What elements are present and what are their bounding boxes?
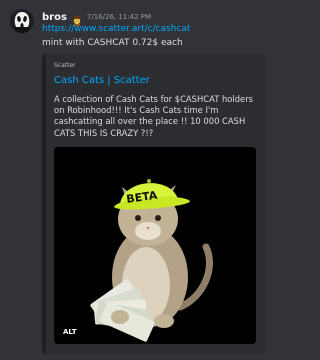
ghostface-avatar-icon xyxy=(10,9,34,33)
embed-image[interactable]: BETA ALT xyxy=(54,147,256,344)
cat-with-cash-illustration: BETA xyxy=(54,147,256,344)
message-timestamp: 7/16/26, 11:42 PM xyxy=(86,13,152,21)
embed-provider: Scatter xyxy=(54,62,76,69)
person-hat-emoji-icon xyxy=(71,11,83,26)
chat-message: bros 7/16/26, 11:42 PM https://www.scatt… xyxy=(0,0,272,360)
embed-title-link[interactable]: Cash Cats | Scatter xyxy=(54,75,150,86)
message-header: bros 7/16/26, 11:42 PM xyxy=(42,10,152,26)
username[interactable]: bros xyxy=(42,12,67,23)
user-avatar[interactable] xyxy=(10,9,34,33)
message-link[interactable]: https://www.scatter.art/c/cashcat xyxy=(42,24,190,34)
link-embed: Scatter Cash Cats | Scatter A collection… xyxy=(42,54,266,354)
alt-text-button[interactable]: ALT xyxy=(60,327,80,337)
message-text: mint with CASHCAT 0.72$ each xyxy=(42,38,183,48)
embed-description: A collection of Cash Cats for $CASHCAT h… xyxy=(54,94,254,138)
